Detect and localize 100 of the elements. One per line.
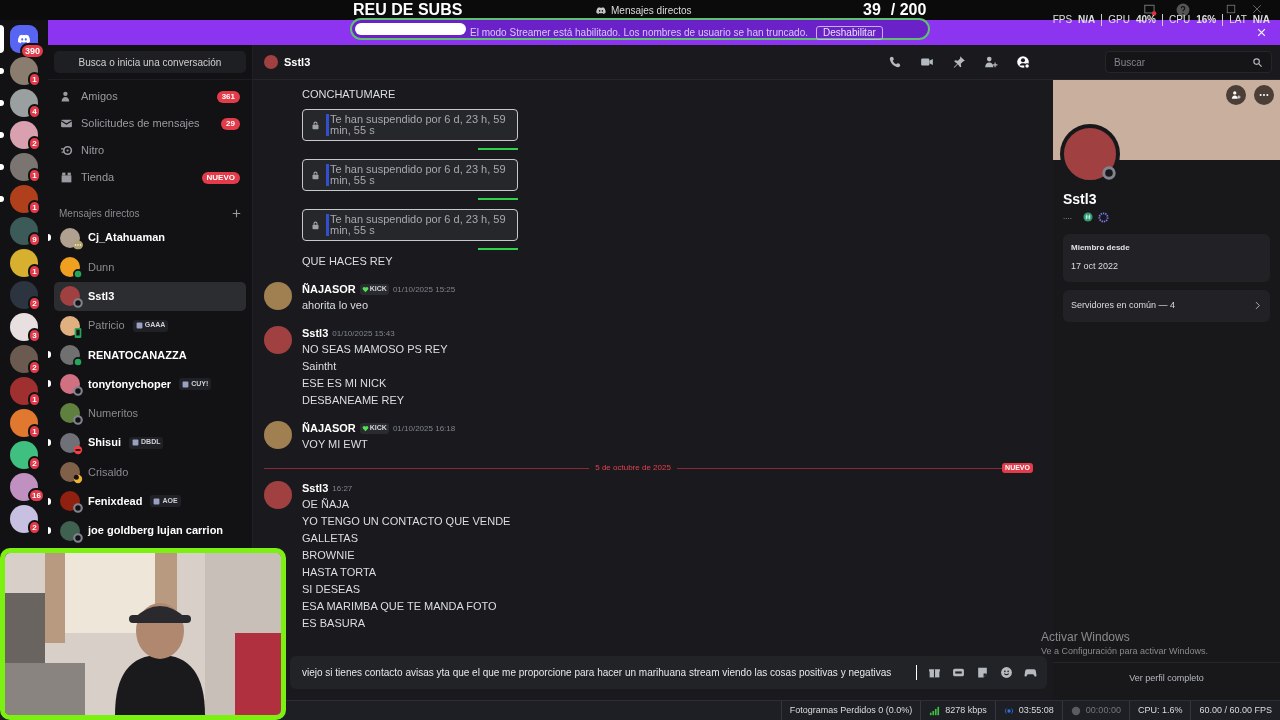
profile-subtitle: .... [1063,211,1072,223]
goal-count: 39 [863,0,881,20]
timestamp: 01/10/2025 16:18 [392,422,456,435]
unread-count-badge: 2 [28,136,41,151]
gift-icon[interactable] [928,666,941,679]
dm-item[interactable]: Sstl3 [54,281,246,311]
stat-value: 16% [1196,13,1217,27]
server-icon[interactable] [10,217,38,245]
stat-label: GPU [1108,13,1130,27]
server-icon[interactable] [10,441,38,469]
unread-indicator [48,351,51,359]
unread-indicator [48,439,51,447]
profile-name: Sstl3 [1063,190,1098,209]
status-offline-icon [73,532,83,543]
stream-time: 03:55:08 [1018,703,1054,717]
activation-text: Ve a Configuración para activar Windows. [1041,645,1209,657]
server-icon[interactable] [10,505,38,533]
author-name[interactable]: ÑAJASOR [302,281,356,298]
envelope-icon [60,117,73,130]
message-text: SI DESEAS [302,582,362,597]
unread-count-badge: 390 [19,43,45,59]
shop-icon [60,171,73,184]
stat-label: CPU [1169,13,1191,27]
author-name[interactable]: Sstl3 [302,480,329,497]
unread-count-badge: 1 [28,264,41,279]
nav-item[interactable]: Tienda NUEVO [54,164,246,191]
server-icon[interactable] [10,249,38,277]
status-online-icon [73,268,83,279]
count-badge: 29 [221,117,240,130]
sticker-icon[interactable] [976,666,989,679]
view-full-profile-link[interactable]: Ver perfil completo [1129,671,1204,686]
status-offline-icon [73,415,83,426]
dm-item[interactable]: Crisaldo [54,457,246,487]
tag-icon [132,439,139,447]
gamepad-icon[interactable] [1024,666,1037,679]
server-icon[interactable] [10,409,38,437]
suspension-notice: Te han suspendido por 6 d, 23 h, 59 min, 55 s [302,109,518,141]
plus-icon[interactable] [232,208,241,218]
timestamp: 01/10/2025 15:43 [332,327,395,340]
mutual-servers-button[interactable]: Servidores en común — 4 [1063,289,1270,322]
message-text: ESA MARIMBA QUE TE MANDA FOTO [302,599,498,614]
nitro-icon [60,144,73,157]
help-icon[interactable] [1176,3,1190,17]
unread-indicator [0,164,4,170]
pin-icon[interactable] [952,55,966,69]
timestamp: 16:27 [332,482,353,495]
gif-icon[interactable] [952,666,965,679]
search-icon [1252,56,1263,68]
user-profile-icon[interactable] [1016,55,1030,69]
suspension-notice: Te han suspendido por 6 d, 23 h, 59 min, 55 s [302,159,518,191]
monitor-icon [1143,3,1157,17]
activation-title: Activar Windows [1041,630,1130,645]
dm-item[interactable]: RENATOCANAZZA [54,340,246,370]
dm-item[interactable]: joe goldberg lujan carrion [54,515,246,546]
unread-count-badge: 1 [28,200,41,215]
message-text: CONCHATUMARE [302,87,397,102]
unread-indicator [0,132,4,138]
phone-icon[interactable] [888,55,902,69]
date-divider: 5 de octubre de 2025 [595,462,671,474]
tag-icon [182,380,190,388]
disable-button[interactable]: Deshabilitar [816,25,883,40]
unread-indicator [0,196,4,202]
author-name[interactable]: ÑAJASOR [302,420,356,437]
channel-title: Sstl3 [284,54,312,70]
unread-indicator [48,526,51,534]
bitrate-text: 8278 kbps [945,703,987,717]
nav-item[interactable]: Solicitudes de mensajes 29 [54,110,246,137]
close-window-icon[interactable] [1252,4,1262,14]
search-conversation-button[interactable]: Busca o inicia una conversación [54,51,246,73]
author-name[interactable]: Sstl3 [302,325,329,342]
close-icon[interactable] [1257,28,1266,37]
message-text: OE ÑAJA [302,497,351,512]
lock-icon [311,120,320,130]
unread-indicator [48,497,51,505]
message-text: QUE HACES REY [302,254,394,269]
maximize-icon[interactable] [1226,4,1236,14]
server-icon[interactable] [10,313,38,341]
dm-item[interactable]: Cj_Atahuaman [54,223,246,253]
add-friend-button[interactable] [1226,85,1246,105]
nav-item[interactable]: Nitro [54,137,246,164]
message-text: NO SEAS MAMOSO PS REY [302,342,449,357]
status-idle-icon [73,474,83,484]
message-input[interactable]: viejo si tienes contacto avisas yta que el que me proporcione para hacer un marihuana stream viendo las cosas positivas y negativas [290,656,1047,689]
nav-item[interactable]: Amigos 361 [54,83,246,110]
search-field[interactable]: Buscar [1105,51,1272,73]
chevron-right-icon [1253,301,1262,310]
server-icon[interactable] [10,89,38,117]
more-button[interactable] [1254,85,1274,105]
stat-label: LAT [1229,13,1247,27]
add-friend-icon[interactable] [984,55,998,69]
server-icon[interactable] [10,121,38,149]
message-text: HASTA TORTA [302,565,378,580]
record-time: 00:00:00 [1085,703,1121,717]
status-mobile-icon [73,327,83,338]
avatar [264,55,278,69]
emoji-icon[interactable] [1000,666,1013,679]
signal-bars-icon [929,705,941,716]
dm-item[interactable]: Numeritos [54,398,246,429]
message-text: BROWNIE [302,548,356,563]
dm-item[interactable]: Dunn [54,252,246,282]
